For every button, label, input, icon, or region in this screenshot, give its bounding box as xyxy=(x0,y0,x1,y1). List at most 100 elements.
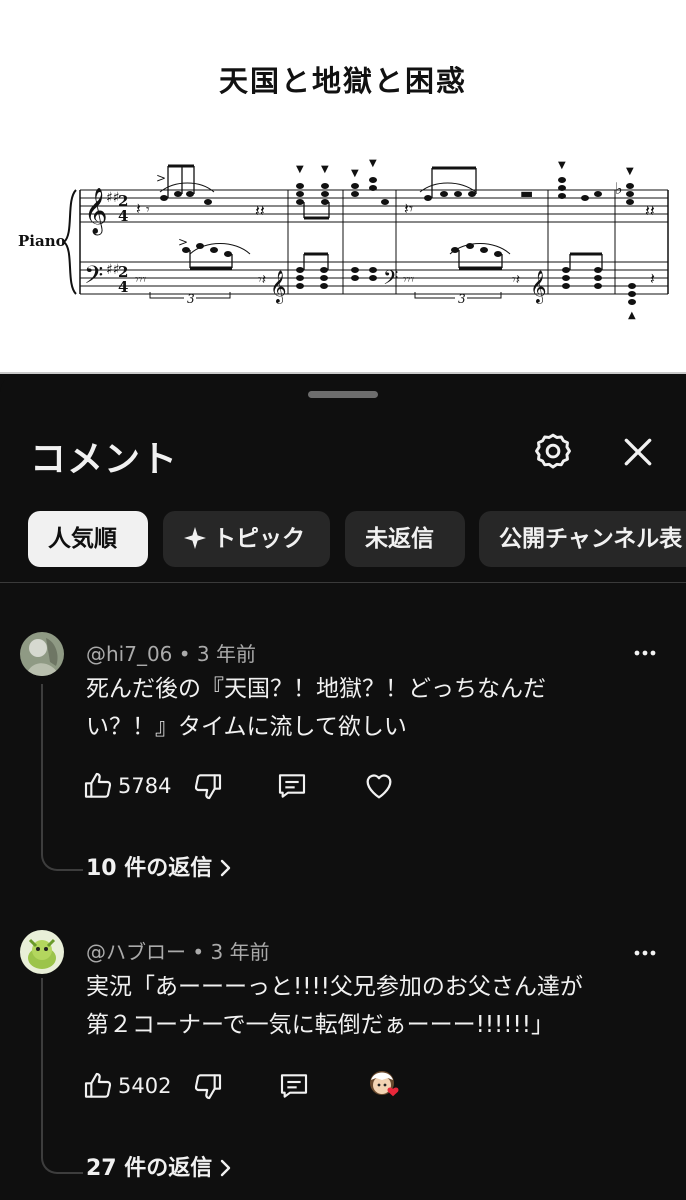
drag-handle[interactable] xyxy=(308,391,378,398)
video-bottom-edge xyxy=(0,372,686,374)
comment-icon xyxy=(280,1074,308,1098)
comment-text-line: 死んだ後の『天国？！地獄？！どっちなんだ xyxy=(86,676,546,702)
replies-label: 10 件の返信 xyxy=(86,856,213,881)
svg-text:𝄽𝄾: 𝄽𝄾 xyxy=(404,199,413,218)
sheet-music: 𝄞 𝄢 𝄞 𝄢 𝄞 ♯♯ 2 4 ♯♯ 2 4 3 3 𝄽 𝄾 𝄽𝄽 𝄾𝄾𝄾 𝄾𝄽… xyxy=(62,158,669,321)
comment-age: 3 年前 xyxy=(196,642,257,666)
comment-meta[interactable]: @ハブロー • 3 年前 xyxy=(86,936,270,965)
close-button[interactable] xyxy=(618,432,658,472)
svg-text:𝄾𝄽: 𝄾𝄽 xyxy=(512,272,520,288)
like-count: 5402 xyxy=(118,1074,172,1098)
svg-text:▼: ▼ xyxy=(321,164,329,175)
video-player[interactable]: 天国と地獄と困惑 Piano 𝄞 𝄢 𝄞 𝄢 𝄞 ♯♯ 2 4 ♯♯ 2 4 3… xyxy=(0,0,686,374)
svg-text:4: 4 xyxy=(118,207,128,225)
chevron-right-icon xyxy=(221,859,231,876)
more-vert-icon xyxy=(634,950,656,956)
thumbs-down-icon xyxy=(194,1074,222,1100)
sparkle-icon xyxy=(184,526,206,549)
svg-text:♭: ♭ xyxy=(615,179,623,198)
svg-text:𝄢: 𝄢 xyxy=(383,266,398,294)
comment-age: 3 年前 xyxy=(210,940,270,964)
svg-text:▲: ▲ xyxy=(628,310,636,321)
comment-actions: 5402 xyxy=(82,1066,482,1106)
svg-text:▬: ▬ xyxy=(520,186,533,202)
thread-line xyxy=(41,684,83,871)
comment-author[interactable]: @ハブロー xyxy=(86,940,186,964)
svg-text:4: 4 xyxy=(118,278,128,296)
comment-more-button[interactable] xyxy=(632,640,658,666)
reply-button[interactable] xyxy=(276,766,310,806)
comment-author[interactable]: @hi7_06 xyxy=(86,642,172,666)
creator-heart-badge[interactable] xyxy=(366,1066,406,1106)
divider xyxy=(0,582,686,583)
comment-text: 死んだ後の『天国？！地獄？！どっちなんだ い？！』タイムに流して欲しい xyxy=(86,670,646,746)
chip-label: 未返信 xyxy=(365,526,434,552)
close-icon xyxy=(624,438,652,466)
chip-label: 人気順 xyxy=(48,526,117,552)
sheet-title: コメント xyxy=(30,439,179,480)
comment-item: @hi7_06 • 3 年前 死んだ後の『天国？！地獄？！どっちなんだ い？！』… xyxy=(0,626,686,896)
heart-icon xyxy=(366,774,392,799)
thumbs-up-icon xyxy=(84,1072,112,1098)
like-button[interactable]: 5402 xyxy=(82,1066,192,1106)
svg-text:▼: ▼ xyxy=(369,158,377,169)
svg-text:𝄞: 𝄞 xyxy=(530,270,547,304)
comment-text-line: い？！』タイムに流して欲しい xyxy=(86,714,407,740)
gear-icon xyxy=(535,433,571,469)
more-vert-icon xyxy=(634,650,656,656)
heart-button[interactable] xyxy=(362,766,398,806)
svg-text:▼: ▼ xyxy=(296,164,304,175)
view-replies-button[interactable]: 10 件の返信 xyxy=(86,850,232,882)
svg-text:𝄽: 𝄽 xyxy=(650,269,655,288)
avatar[interactable] xyxy=(20,930,64,974)
like-count: 5784 xyxy=(118,774,172,798)
tuplet-number: 3 xyxy=(458,292,466,306)
comments-sheet: コメント 人気順 トピック 未返信 公開チャンネル表 @hi7_06 • 3 年… xyxy=(0,376,686,1200)
svg-text:𝄞: 𝄞 xyxy=(84,188,108,236)
replies-label: 27 件の返信 xyxy=(86,1156,213,1181)
comment-text-line: 実況「あーーーっと!!!!父兄参加のお父さん達が xyxy=(86,974,583,1000)
comment-text: 実況「あーーーっと!!!!父兄参加のお父さん達が 第２コーナーで一気に転倒だぁー… xyxy=(86,968,666,1044)
svg-text:>: > xyxy=(178,235,188,249)
avatar[interactable] xyxy=(20,632,64,676)
chevron-right-icon xyxy=(221,1159,231,1176)
thread-line xyxy=(41,978,83,1174)
dislike-button[interactable] xyxy=(192,1066,226,1106)
view-replies-button[interactable]: 27 件の返信 xyxy=(86,1150,232,1182)
chip-unreplied[interactable]: 未返信 xyxy=(345,511,465,567)
thumbs-down-icon xyxy=(194,774,222,800)
chip-label: 公開チャンネル表 xyxy=(499,526,683,552)
like-button[interactable]: 5784 xyxy=(82,766,192,806)
chip-label: トピック xyxy=(213,526,305,552)
reply-button[interactable] xyxy=(278,1066,312,1106)
svg-text:>: > xyxy=(156,171,166,185)
chip-top[interactable]: 人気順 xyxy=(28,511,148,567)
comment-actions: 5784 xyxy=(82,766,482,806)
comment-meta[interactable]: @hi7_06 • 3 年前 xyxy=(86,638,256,667)
svg-text:𝄾: 𝄾 xyxy=(146,202,150,218)
thumbs-up-icon xyxy=(84,772,112,798)
score-title: 天国と地獄と困惑 xyxy=(218,64,467,98)
dislike-button[interactable] xyxy=(192,766,226,806)
svg-text:▼: ▼ xyxy=(626,166,634,177)
chip-public-channels[interactable]: 公開チャンネル表 xyxy=(479,511,686,567)
svg-text:▼: ▼ xyxy=(351,168,359,179)
tuplet-number: 3 xyxy=(187,292,195,306)
svg-text:𝄢: 𝄢 xyxy=(84,261,103,296)
svg-text:𝄾𝄾𝄾: 𝄾𝄾𝄾 xyxy=(403,272,414,288)
svg-text:𝄾𝄾𝄾: 𝄾𝄾𝄾 xyxy=(135,272,146,288)
meta-separator: • xyxy=(192,940,211,964)
svg-text:𝄽𝄽: 𝄽𝄽 xyxy=(645,201,655,220)
settings-button[interactable] xyxy=(531,430,575,474)
chip-topics[interactable]: トピック xyxy=(163,511,330,567)
comment-text-line: 第２コーナーで一気に転倒だぁーーー!!!!!!」 xyxy=(86,1012,554,1038)
meta-separator: • xyxy=(178,642,197,666)
comment-icon xyxy=(278,774,306,798)
comment-item: @ハブロー • 3 年前 実況「あーーーっと!!!!父兄参加のお父さん達が 第２… xyxy=(0,928,686,1200)
creator-heart-icon xyxy=(370,1071,399,1097)
comment-more-button[interactable] xyxy=(632,940,658,966)
svg-text:𝄽𝄽: 𝄽𝄽 xyxy=(255,201,265,220)
svg-text:▼: ▼ xyxy=(558,160,566,171)
svg-text:𝄽: 𝄽 xyxy=(136,199,141,218)
svg-text:𝄾𝄽: 𝄾𝄽 xyxy=(258,272,266,288)
